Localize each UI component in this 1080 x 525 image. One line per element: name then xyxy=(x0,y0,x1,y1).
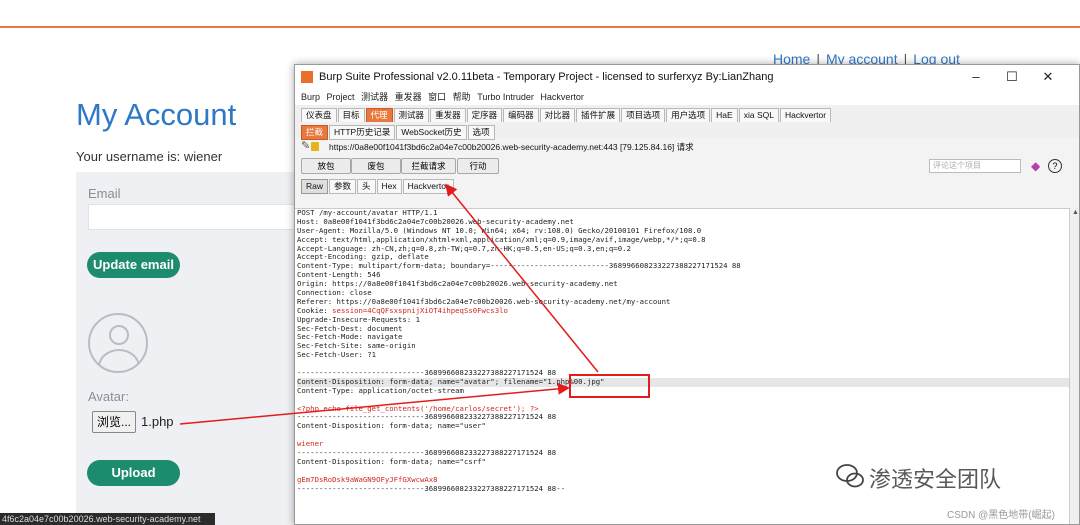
intercept-action-row: 放包 废包 拦截请求 行动 评论这个项目 ◆ ? xyxy=(295,156,1079,176)
tab-raw[interactable]: Raw xyxy=(301,179,329,194)
request-url-row: ✎ https://0a8e00f1041f3bd6c2a04e7c00b200… xyxy=(295,138,1079,156)
tab-headers[interactable]: 头 xyxy=(357,179,376,194)
help-icon[interactable]: ? xyxy=(1048,159,1062,173)
minimize-button[interactable]: – xyxy=(961,65,991,89)
tab-xia-sql[interactable]: xia SQL xyxy=(738,108,779,123)
wechat-icon xyxy=(836,464,864,488)
update-email-button[interactable]: Update email xyxy=(87,252,180,278)
menu-hackvertor[interactable]: Hackvertor xyxy=(540,92,584,102)
tab-project-options[interactable]: 项目选项 xyxy=(621,108,666,123)
tab-extender[interactable]: 插件扩展 xyxy=(576,108,621,123)
request-line: Sec-Fetch-Dest: document xyxy=(297,323,403,333)
request-line: Content-Type: multipart/form-data; bound… xyxy=(297,261,741,271)
tab-intruder[interactable]: 测试器 xyxy=(393,108,430,123)
menu-intruder[interactable]: 测试器 xyxy=(361,92,388,102)
tab-hex[interactable]: Hex xyxy=(376,179,402,194)
menu-project[interactable]: Project xyxy=(327,92,355,102)
upload-button[interactable]: Upload xyxy=(87,460,180,486)
avatar-body-icon xyxy=(98,349,140,371)
menu-repeater[interactable]: 重发器 xyxy=(395,92,422,102)
tab-target[interactable]: 目标 xyxy=(337,108,365,123)
lock-icon xyxy=(311,142,319,151)
watermark-text: 渗透安全团队 xyxy=(869,468,1002,493)
username-text: Your username is: wiener xyxy=(76,149,223,164)
menu-window[interactable]: 窗口 xyxy=(428,92,446,102)
intercept-toggle-button[interactable]: 拦截请求 xyxy=(401,158,456,174)
proxy-subtabs: 拦截 HTTP历史记录 WebSocket历史 选项 xyxy=(295,122,1079,140)
browser-status-url: 4f6c2a04e7c00b20026.web-security-academy… xyxy=(0,513,215,525)
tab-editor-hackvertor[interactable]: Hackvertor xyxy=(402,179,454,194)
maximize-button[interactable]: ☐ xyxy=(997,65,1027,89)
request-line: Sec-Fetch-Site: same-origin xyxy=(297,341,416,351)
menu-turbo-intruder[interactable]: Turbo Intruder xyxy=(477,92,534,102)
scroll-up-arrow-icon[interactable]: ▲ xyxy=(1072,209,1079,216)
tab-comparer[interactable]: 对比器 xyxy=(539,108,576,123)
browse-button[interactable]: 浏览... xyxy=(92,411,136,433)
editor-tabs: Raw 参数头 Hex Hackvertor xyxy=(295,176,1079,194)
tab-params[interactable]: 参数 xyxy=(329,179,357,194)
page-title: My Account xyxy=(76,97,237,132)
burp-window: Burp Suite Professional v2.0.11beta - Te… xyxy=(294,64,1080,525)
menu-help[interactable]: 帮助 xyxy=(453,92,471,102)
drop-button[interactable]: 废包 xyxy=(351,158,401,174)
request-line: Content-Disposition: form-data; name="us… xyxy=(297,421,486,431)
selected-file-name: 1.php xyxy=(141,414,174,429)
tab-repeater[interactable]: 重发器 xyxy=(430,108,466,123)
tab-decoder[interactable]: 编码器 xyxy=(503,108,539,123)
burp-main-tabs: 仪表盘 目标 代理 测试器 重发器 定序器 编码器 对比器 插件扩展 项目选项 用户选项 HaE xia… xyxy=(295,105,1079,123)
request-line xyxy=(297,431,1069,440)
tab-hae[interactable]: HaE xyxy=(711,108,738,123)
forward-button[interactable]: 放包 xyxy=(301,158,351,174)
action-button[interactable]: 行动 xyxy=(457,158,499,174)
email-field[interactable] xyxy=(88,204,298,230)
editor-scrollbar[interactable]: ▲ xyxy=(1069,208,1079,524)
burp-logo-icon xyxy=(301,71,313,83)
burp-titlebar: Burp Suite Professional v2.0.11beta - Te… xyxy=(295,65,1079,89)
burp-menubar: Burp Project 测试器 重发器 窗口 帮助 Turbo Intrude… xyxy=(295,89,1079,105)
burp-window-title: Burp Suite Professional v2.0.11beta - Te… xyxy=(319,71,774,83)
avatar-label: Avatar: xyxy=(88,389,129,404)
request-url: https://0a8e00f1041f3bd6c2a04e7c00b20026… xyxy=(329,142,694,152)
tab-dashboard[interactable]: 仪表盘 xyxy=(301,108,337,123)
tab-hackvertor[interactable]: Hackvertor xyxy=(779,108,832,123)
avatar xyxy=(88,313,148,373)
highlight-color-icon[interactable]: ◆ xyxy=(1031,159,1040,173)
request-line: Sec-Fetch-User: ?1 xyxy=(297,350,377,360)
filename-highlight-box xyxy=(569,374,650,398)
csdn-credit: CSDN @黑色地带(崛起) xyxy=(947,510,1055,521)
tab-sequencer[interactable]: 定序器 xyxy=(466,108,503,123)
tab-proxy[interactable]: 代理 xyxy=(365,108,393,123)
request-line: Content-Type: application/octet-stream xyxy=(297,385,464,395)
email-label: Email xyxy=(88,186,121,201)
tab-user-options[interactable]: 用户选项 xyxy=(666,108,711,123)
menu-burp[interactable]: Burp xyxy=(301,92,320,102)
comment-input[interactable]: 评论这个项目 xyxy=(929,159,1021,173)
avatar-head-icon xyxy=(109,325,129,345)
request-line: Origin: https://0a8e00f1041f3bd6c2a04e7c… xyxy=(297,279,618,289)
request-line: Upgrade-Insecure-Requests: 1 xyxy=(297,314,421,324)
header-accent-line xyxy=(0,26,1080,28)
close-button[interactable]: ✕ xyxy=(1033,65,1063,89)
